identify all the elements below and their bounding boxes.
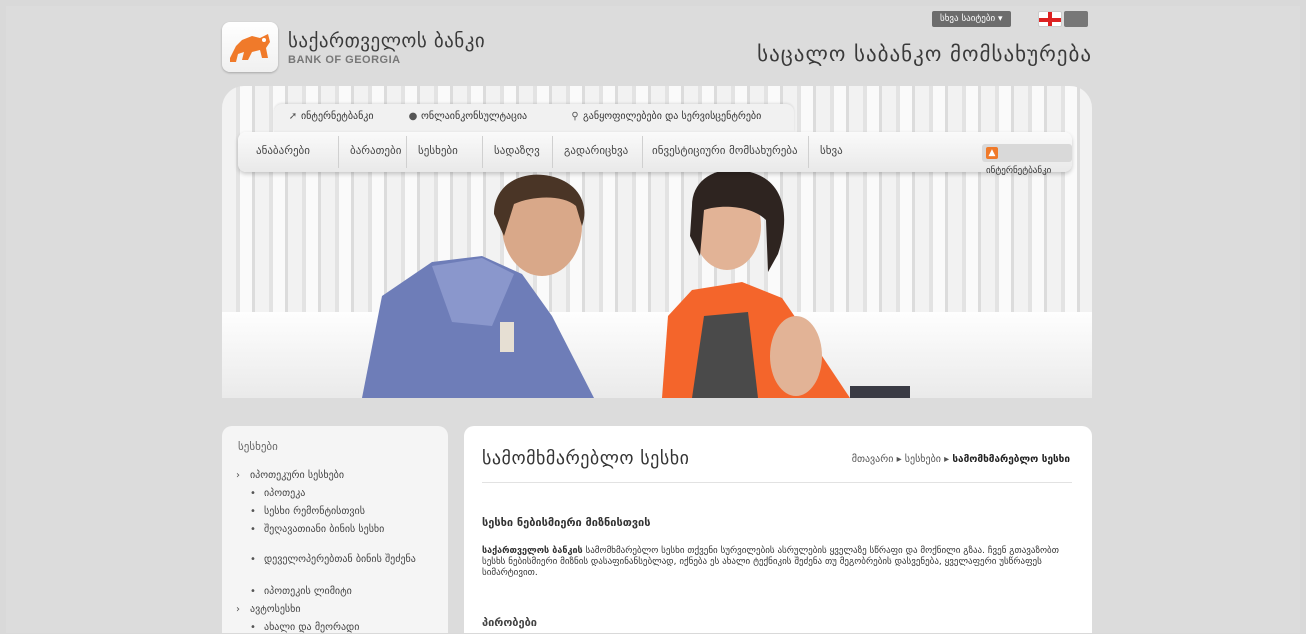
nav-item[interactable]: ინვესტიციური მომსახურება — [652, 144, 798, 157]
bullet-icon: • — [250, 506, 256, 517]
nav-separator — [552, 136, 553, 168]
nav-item[interactable]: ბარათები — [350, 144, 401, 157]
toplink-label: ონლაინკონსულტაცია — [421, 111, 528, 122]
sidebar-item-label: იპოთეკის ლიმიტი — [264, 586, 352, 597]
nav-item[interactable]: გადარიცხვა — [564, 144, 628, 157]
other-sites-dropdown[interactable]: სხვა საიტები ▾ — [932, 11, 1011, 27]
nav-item[interactable]: სესხები — [418, 144, 458, 157]
sidebar-item-label: დეველოპერებთან ბინის შეძენა — [264, 554, 416, 565]
nav-separator — [406, 136, 407, 168]
bank-name-en: BANK OF GEORGIA — [288, 54, 401, 66]
section-title: საცალო საბანკო მომსახურება — [757, 42, 1092, 66]
lock-icon: ▲ — [986, 146, 998, 159]
english-flag-icon[interactable] — [1064, 11, 1088, 27]
nav-item[interactable]: ანაბარები — [256, 144, 310, 157]
sidebar-item[interactable]: › ავტოსესხი — [236, 604, 301, 616]
nav-item[interactable]: სხვა — [820, 144, 843, 157]
sidebar-item[interactable]: • სესხი რემონტისთვის — [250, 506, 430, 518]
divider — [482, 482, 1072, 483]
banner-desk — [850, 386, 910, 398]
page-title: სამომხმარებლო სესხი — [482, 448, 690, 469]
sidebar-item[interactable]: • იპოთეკის ლიმიტი — [250, 586, 430, 598]
intro-paragraph: საქართველოს ბანკის სამომხმარებლო სესხი თ… — [482, 546, 1070, 579]
sidebar-item[interactable]: • იპოთეკა — [250, 488, 430, 500]
chat-icon: ● — [408, 111, 418, 122]
bullet-icon: • — [250, 488, 256, 499]
breadcrumb-current: სამომხმარებლო სესხი — [952, 454, 1070, 465]
bullet-icon: • — [250, 586, 256, 597]
nav-item[interactable]: სადაზღვ — [494, 144, 540, 157]
bank-name: საქართველოს ბანკი — [288, 30, 486, 52]
nav-separator — [642, 136, 643, 168]
nav-separator — [808, 136, 809, 168]
bank-logo[interactable] — [222, 22, 278, 72]
bank-name-emphasis: საქართველოს ბანკის — [482, 546, 583, 556]
georgian-flag-icon[interactable] — [1038, 11, 1062, 27]
cursor-icon: ➚ — [288, 111, 298, 122]
toplink-label: განყოფილებები და სერვისცენტრები — [583, 111, 762, 122]
bullet-icon: • — [250, 554, 256, 565]
nav-separator — [482, 136, 483, 168]
bullet-icon: • — [250, 524, 256, 535]
breadcrumb-link[interactable]: სესხები — [905, 454, 941, 465]
chevron-right-icon: › — [236, 604, 240, 615]
conditions-heading: პირობები — [482, 616, 537, 629]
nav-separator — [338, 136, 339, 168]
toplink-label: ინტერნეტბანკი — [301, 111, 374, 122]
sidebar-item[interactable]: • შეღავათიანი ბინის სესხი — [250, 524, 430, 536]
pin-icon: ⚲ — [571, 111, 579, 122]
internet-bank-label: ინტერნეტბანკი — [986, 166, 1052, 176]
sidebar-item[interactable]: • დეველოპერებთან ბინის შეძენა — [250, 554, 430, 566]
top-links-bar: ➚ ინტერნეტბანკი ● ონლაინკონსულტაცია ⚲ განყო… — [274, 104, 794, 132]
sidebar-item-label: ახალი და მეორადი — [264, 622, 360, 633]
toplink-branches[interactable]: ⚲ განყოფილებები და სერვისცენტრები — [570, 111, 761, 122]
sidebar-item-label: სესხი რემონტისთვის — [264, 506, 365, 517]
sidebar-title: სესხები — [238, 440, 278, 453]
breadcrumb: მთავარი ▸ სესხები ▸ სამომხმარებლო სესხი — [852, 454, 1070, 465]
sidebar-item[interactable]: › იპოთეკური სესხები — [236, 470, 344, 482]
sidebar-item-label: ავტოსესხი — [250, 604, 301, 615]
sidebar: სესხები › იპოთეკური სესხები • იპოთეკა • სეს… — [222, 426, 448, 633]
sidebar-item-label: იპოთეკური სესხები — [250, 470, 345, 481]
page: საქართველოს ბანკი BANK OF GEORGIA სხვა ს… — [222, 0, 1092, 633]
breadcrumb-separator: ▸ — [896, 454, 905, 465]
internet-bank-button[interactable]: ▲ ინტერნეტბანკი — [982, 144, 1072, 176]
toplink-online-consultation[interactable]: ● ონლაინკონსულტაცია — [408, 111, 527, 122]
section-heading: სესხი ნებისმიერი მიზნისთვის — [482, 516, 651, 529]
sidebar-item-label: შეღავათიანი ბინის სესხი — [264, 524, 385, 535]
breadcrumb-link[interactable]: მთავარი — [852, 454, 894, 465]
bullet-icon: • — [250, 622, 256, 633]
toplink-internet-bank[interactable]: ➚ ინტერნეტბანკი — [288, 111, 374, 122]
sidebar-item[interactable]: • ახალი და მეორადი — [250, 622, 430, 634]
lion-icon — [230, 34, 270, 62]
chevron-right-icon: › — [236, 470, 240, 481]
main-nav: ანაბარები ბარათები სესხები სადაზღვ გადარ… — [238, 132, 1072, 176]
main-content: სამომხმარებლო სესხი მთავარი ▸ სესხები ▸ … — [464, 426, 1092, 633]
sidebar-item-label: იპოთეკა — [264, 488, 306, 499]
